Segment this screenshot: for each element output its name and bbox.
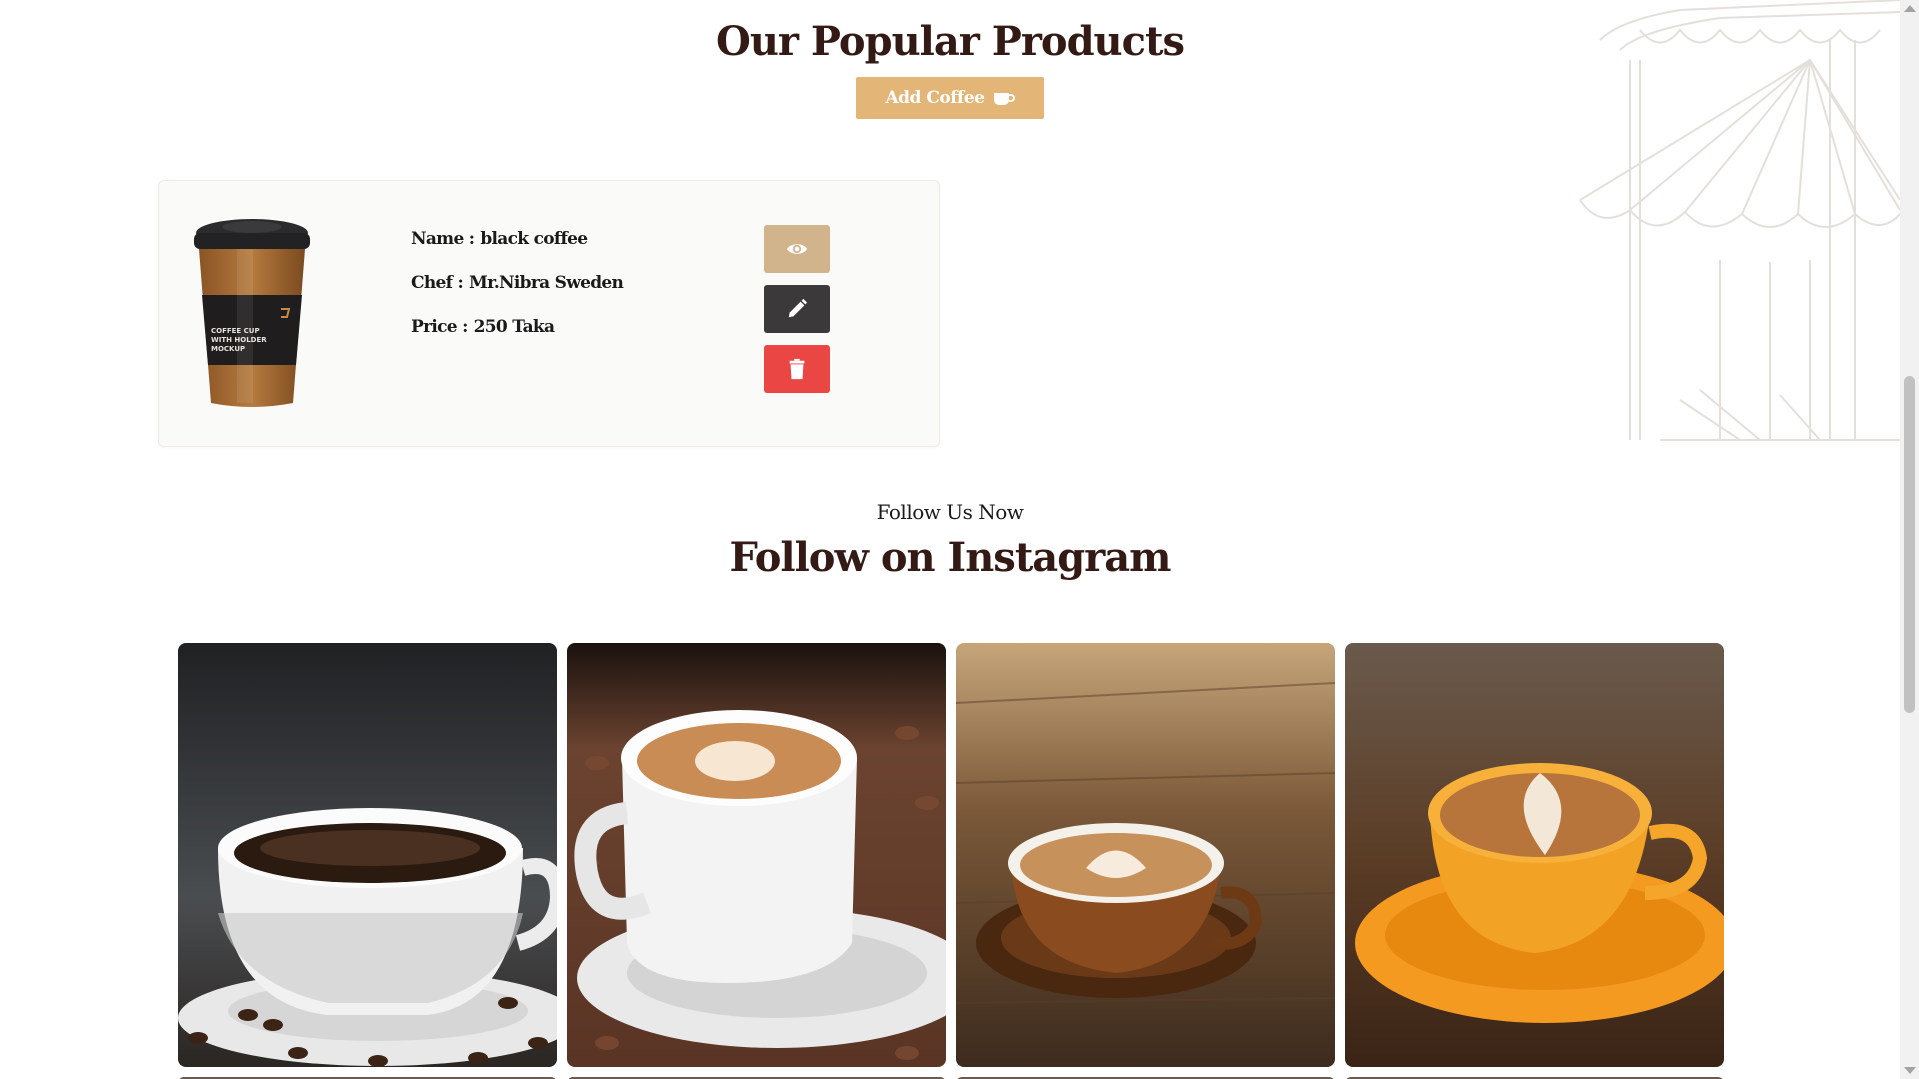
instagram-gallery [178, 643, 1724, 1067]
product-chef: Mr.Nibra Sweden [469, 273, 624, 293]
view-button[interactable] [764, 225, 830, 273]
products-section-title: Our Popular Products [715, 18, 1185, 65]
coffee-cup-icon [993, 93, 1015, 105]
gallery-photo-3[interactable] [956, 643, 1335, 1067]
gallery-photo-4[interactable] [1345, 643, 1724, 1067]
add-coffee-label: Add Coffee [885, 88, 985, 108]
chef-label: Chef : [411, 273, 464, 293]
gallery-photo-1[interactable] [178, 643, 557, 1067]
scroll-thumb[interactable] [1904, 376, 1915, 713]
instagram-section-title: Follow on Instagram [729, 534, 1172, 581]
coffee-cup-image: COFFEE CUP WITH HOLDER MOCKUP [194, 219, 310, 407]
scroll-up-arrow-icon[interactable] [1904, 5, 1916, 12]
product-name: black coffee [480, 229, 588, 249]
gallery-photo-2[interactable] [567, 643, 946, 1067]
vertical-scrollbar[interactable] [1900, 0, 1919, 1079]
instagram-subtitle: Follow Us Now [876, 500, 1024, 524]
page: Our Popular Products Add Coffee COFFEE C… [0, 0, 1900, 1079]
add-coffee-button[interactable]: Add Coffee [856, 77, 1044, 119]
name-label: Name : [411, 229, 475, 249]
product-name-row: Name : black coffee [411, 229, 623, 273]
pencil-icon [788, 298, 808, 318]
price-label: Price : [411, 317, 468, 337]
product-info: Name : black coffee Chef : Mr.Nibra Sweden… [411, 229, 624, 361]
delete-button[interactable] [764, 345, 830, 393]
scroll-down-arrow-icon[interactable] [1904, 1067, 1916, 1074]
cafe-sketch-illustration [1579, 0, 1900, 441]
eye-icon [786, 244, 808, 254]
product-price-row: Price :250 Taka [411, 317, 623, 361]
trash-icon [789, 358, 805, 380]
product-card: COFFEE CUP WITH HOLDER MOCKUP Name :blac… [158, 180, 940, 447]
edit-button[interactable] [764, 285, 830, 333]
product-chef-row: Chef : Mr.Nibra Sweden [411, 273, 624, 317]
product-price: 250 Taka [473, 317, 555, 337]
